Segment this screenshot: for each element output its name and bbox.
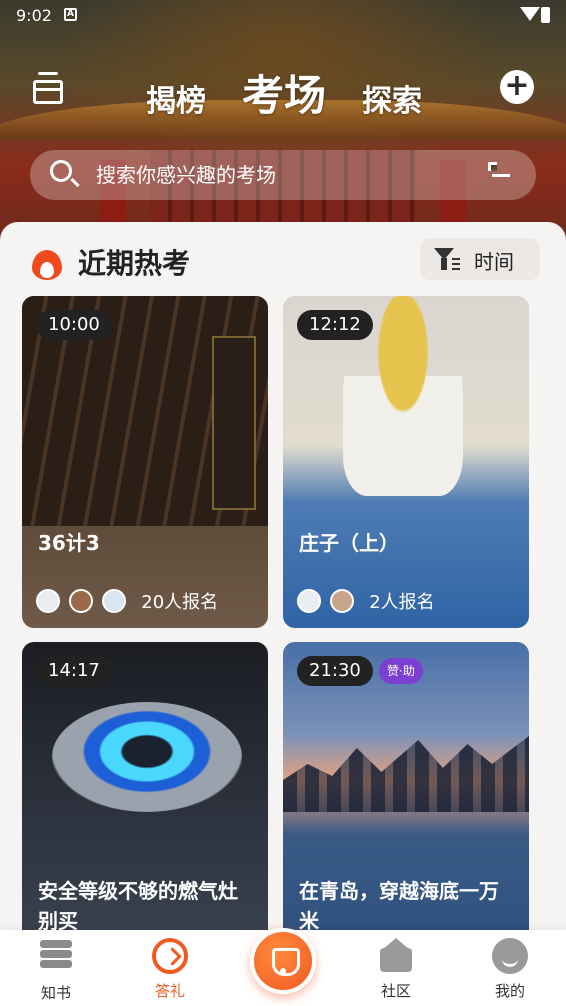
community-icon	[378, 938, 414, 974]
card-image	[52, 702, 242, 812]
sponsor-badge: 赞·助	[379, 658, 423, 684]
profile-icon	[492, 938, 528, 974]
time-badge: 10:00	[36, 310, 112, 340]
nav-item-profile[interactable]: 我的	[470, 938, 550, 1001]
status-bar: 9:02 A	[0, 0, 566, 32]
tab-exam[interactable]: 考场	[242, 62, 326, 123]
exam-card[interactable]: 14:17 安全等级不够的燃气灶别买	[22, 642, 268, 974]
wifi-icon	[520, 7, 540, 21]
card-image	[283, 736, 529, 812]
exam-card[interactable]: 10:00 36计3 20人报名	[22, 296, 268, 628]
nav-item-community[interactable]: 社区	[356, 938, 436, 1001]
avatar	[69, 589, 94, 613]
exam-card[interactable]: 12:12 庄子（上） 2人报名	[283, 296, 529, 628]
notification-icon: A	[64, 8, 77, 21]
search-bar[interactable]	[30, 150, 536, 591]
drawer-menu-icon[interactable]	[30, 70, 66, 106]
nav-label: 知书	[40, 984, 71, 1002]
scan-icon[interactable]	[488, 162, 514, 591]
card-title: 36计3	[38, 531, 100, 555]
nav-item-dali[interactable]: 答礼	[130, 938, 210, 1001]
add-button[interactable]: +	[500, 70, 534, 104]
avatar	[36, 589, 60, 613]
gift-icon	[152, 938, 188, 974]
time-badge: 14:17	[36, 656, 112, 686]
card-title: 庄子（上）	[299, 531, 399, 555]
nav-label: 答礼	[154, 982, 185, 1000]
search-icon	[50, 160, 72, 182]
main-panel: 近期热考 时间 10:00 36计3 20人报名 12:12 庄子（上） 2人报…	[0, 222, 566, 1006]
time-badge: 21:30	[297, 656, 373, 686]
nav-label: 我的	[494, 982, 525, 1000]
tab-rank[interactable]: 揭榜	[146, 76, 206, 120]
nav-label: 社区	[380, 982, 411, 1000]
time-badge: 12:12	[297, 310, 373, 340]
status-time: 9:02	[16, 6, 52, 25]
avatar	[297, 589, 321, 613]
signup-count: 2人报名	[369, 592, 435, 613]
top-nav: 揭榜 考场 探索 +	[0, 62, 566, 122]
card-title: 在青岛，穿越海底一万米	[299, 879, 499, 933]
sort-time-button[interactable]: 时间	[420, 238, 540, 280]
books-icon	[38, 940, 74, 976]
battery-icon	[541, 7, 550, 23]
section-header: 近期热考 时间	[30, 238, 540, 284]
signup-row: 20人报名	[36, 588, 218, 614]
card-title: 安全等级不够的燃气灶别买	[38, 879, 238, 933]
sort-label: 时间	[474, 250, 514, 274]
search-input[interactable]	[96, 150, 466, 200]
section-title: 近期热考	[78, 247, 191, 280]
nav-item-zhishu[interactable]: 知书	[16, 938, 96, 1003]
signup-row: 2人报名	[297, 588, 435, 614]
fire-icon	[30, 244, 64, 280]
bottom-nav: 知书 答礼 社区 我的	[0, 928, 566, 1006]
signup-count: 20人报名	[141, 592, 219, 613]
filter-icon	[434, 248, 460, 270]
exam-card[interactable]: 21:30 赞·助 在青岛，穿越海底一万米	[283, 642, 529, 974]
avatar	[102, 589, 127, 613]
avatar	[330, 589, 355, 613]
tab-explore[interactable]: 探索	[362, 76, 422, 120]
center-action-button[interactable]	[250, 928, 316, 994]
